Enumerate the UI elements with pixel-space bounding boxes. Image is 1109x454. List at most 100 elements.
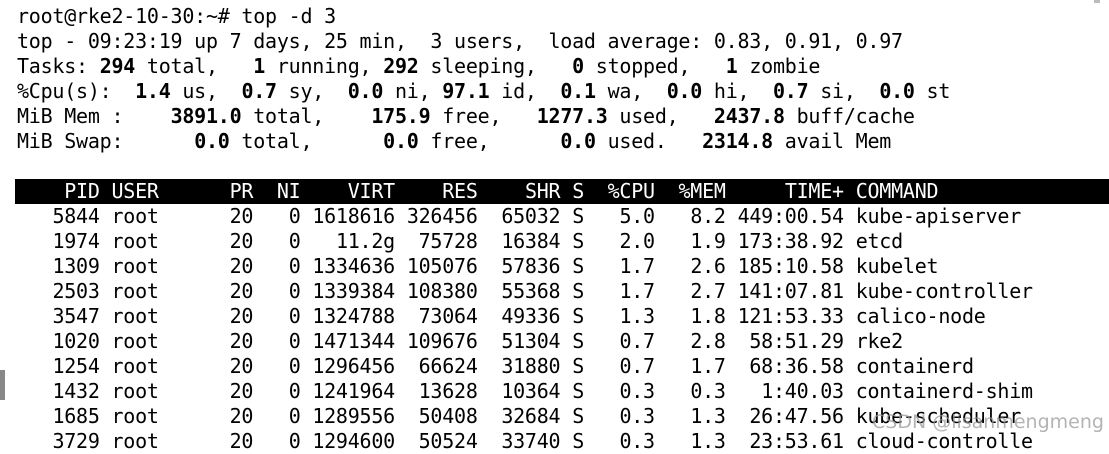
table-cell-10: 121:53.33: [737, 304, 845, 328]
table-cell-4: 1334636: [312, 254, 395, 278]
table-cell-6: 16384: [501, 229, 561, 253]
table-cell-6: 65032: [501, 204, 561, 228]
table-cell-7: S: [572, 429, 584, 453]
table-cell-7: S: [572, 279, 584, 303]
table-cell-9: 1.9: [690, 229, 726, 253]
column-header-11: COMMAND: [855, 179, 939, 203]
table-cell-4: 1241964: [312, 379, 395, 403]
swap-line: MiB Swap: 0.0 total, 0.0 free, 0.0 used.…: [17, 129, 892, 153]
table-cell-1: root: [111, 279, 159, 303]
table-cell-6: 57836: [501, 254, 561, 278]
table-cell-5: 75728: [418, 229, 478, 253]
table-cell-4: 1294600: [312, 429, 395, 453]
table-cell-5: 105076: [406, 254, 478, 278]
table-cell-4: 1339384: [312, 279, 395, 303]
table-cell-5: 326456: [406, 204, 478, 228]
table-cell-9: 0.3: [690, 379, 726, 403]
table-row: 1254 root 20 0 1296456 66624 31880 S 0.7…: [17, 354, 974, 379]
table-cell-0: 1254: [52, 354, 100, 378]
table-cell-8: 1.7: [619, 279, 655, 303]
table-cell-0: 3729: [52, 429, 100, 453]
table-cell-8: 0.3: [619, 379, 655, 403]
table-cell-10: 23:53.61: [749, 429, 844, 453]
table-cell-9: 2.8: [690, 329, 726, 353]
table-cell-8: 0.3: [619, 404, 655, 428]
watermark: CSDN @lisanmengmeng: [872, 411, 1104, 433]
column-header-4: VIRT: [347, 179, 395, 203]
table-cell-11: calico-node: [855, 304, 986, 328]
column-header-5: RES: [442, 179, 478, 203]
table-cell-2: 20: [229, 279, 254, 303]
table-cell-0: 1685: [52, 404, 100, 428]
table-cell-5: 108380: [406, 279, 478, 303]
table-cell-6: 32684: [501, 404, 561, 428]
table-row: 2503 root 20 0 1339384 108380 55368 S 1.…: [17, 279, 1033, 304]
table-cell-7: S: [572, 329, 584, 353]
table-cell-2: 20: [229, 204, 254, 228]
table-cell-7: S: [572, 204, 584, 228]
table-cell-0: 5844: [52, 204, 100, 228]
table-row: 1020 root 20 0 1471344 109676 51304 S 0.…: [17, 329, 903, 354]
table-cell-3: 0: [288, 354, 301, 378]
table-cell-0: 3547: [52, 304, 100, 328]
column-header-9: %MEM: [678, 179, 726, 203]
top-uptime-line: top - 09:23:19 up 7 days, 25 min, 3 user…: [17, 29, 903, 53]
table-cell-10: 185:10.58: [737, 254, 845, 278]
table-cell-2: 20: [229, 329, 254, 353]
table-cell-3: 0: [288, 329, 301, 353]
table-cell-4: 1289556: [312, 404, 395, 428]
table-cell-3: 0: [288, 379, 301, 403]
table-cell-6: 33740: [501, 429, 561, 453]
table-cell-6: 10364: [501, 379, 561, 403]
table-cell-1: root: [111, 204, 159, 228]
table-cell-0: 2503: [52, 279, 100, 303]
column-header-8: %CPU: [607, 179, 655, 203]
column-header-2: PR: [229, 179, 254, 203]
table-cell-2: 20: [229, 254, 254, 278]
terminal-window[interactable]: root@rke2-10-30:~# top -d 3 top - 09:23:…: [0, 0, 1109, 453]
column-header-3: NI: [276, 179, 301, 203]
table-cell-0: 1020: [52, 329, 100, 353]
table-cell-3: 0: [288, 204, 301, 228]
table-cell-8: 2.0: [619, 229, 655, 253]
table-row: 1309 root 20 0 1334636 105076 57836 S 1.…: [17, 254, 938, 279]
table-cell-4: 1296456: [312, 354, 395, 378]
table-cell-9: 1.3: [690, 429, 726, 453]
table-cell-11: kube-apiserver: [855, 204, 1022, 228]
table-cell-6: 55368: [501, 279, 561, 303]
table-cell-0: 1432: [52, 379, 100, 403]
table-cell-4: 11.2g: [335, 229, 395, 253]
table-cell-11: rke2: [855, 329, 903, 353]
table-cell-9: 8.2: [690, 204, 726, 228]
table-cell-10: 141:07.81: [737, 279, 845, 303]
table-cell-3: 0: [288, 254, 301, 278]
table-cell-3: 0: [288, 404, 301, 428]
table-cell-6: 51304: [501, 329, 561, 353]
table-cell-10: 173:38.92: [737, 229, 845, 253]
table-row: 3547 root 20 0 1324788 73064 49336 S 1.3…: [17, 304, 986, 329]
table-cell-1: root: [111, 254, 159, 278]
table-cell-2: 20: [229, 404, 254, 428]
window-edge-marker: [0, 370, 5, 400]
table-cell-1: root: [111, 404, 159, 428]
shell-prompt: root@rke2-10-30:~# top -d 3: [17, 4, 336, 28]
table-cell-2: 20: [229, 429, 254, 453]
table-cell-11: containerd: [855, 354, 974, 378]
table-cell-8: 5.0: [619, 204, 655, 228]
table-cell-0: 1309: [52, 254, 100, 278]
table-cell-7: S: [572, 379, 584, 403]
table-cell-8: 1.7: [619, 254, 655, 278]
table-cell-7: S: [572, 254, 584, 278]
table-cell-2: 20: [229, 304, 254, 328]
table-cell-4: 1618616: [312, 204, 395, 228]
table-cell-8: 0.7: [619, 354, 655, 378]
table-cell-11: kube-controller: [855, 279, 1033, 303]
table-cell-1: root: [111, 354, 159, 378]
table-cell-1: root: [111, 329, 159, 353]
table-cell-11: kubelet: [855, 254, 939, 278]
table-row: 5844 root 20 0 1618616 326456 65032 S 5.…: [17, 204, 1021, 229]
table-cell-10: 449:00.54: [737, 204, 845, 228]
table-cell-7: S: [572, 229, 584, 253]
table-cell-5: 66624: [418, 354, 478, 378]
table-cell-11: etcd: [855, 229, 903, 253]
